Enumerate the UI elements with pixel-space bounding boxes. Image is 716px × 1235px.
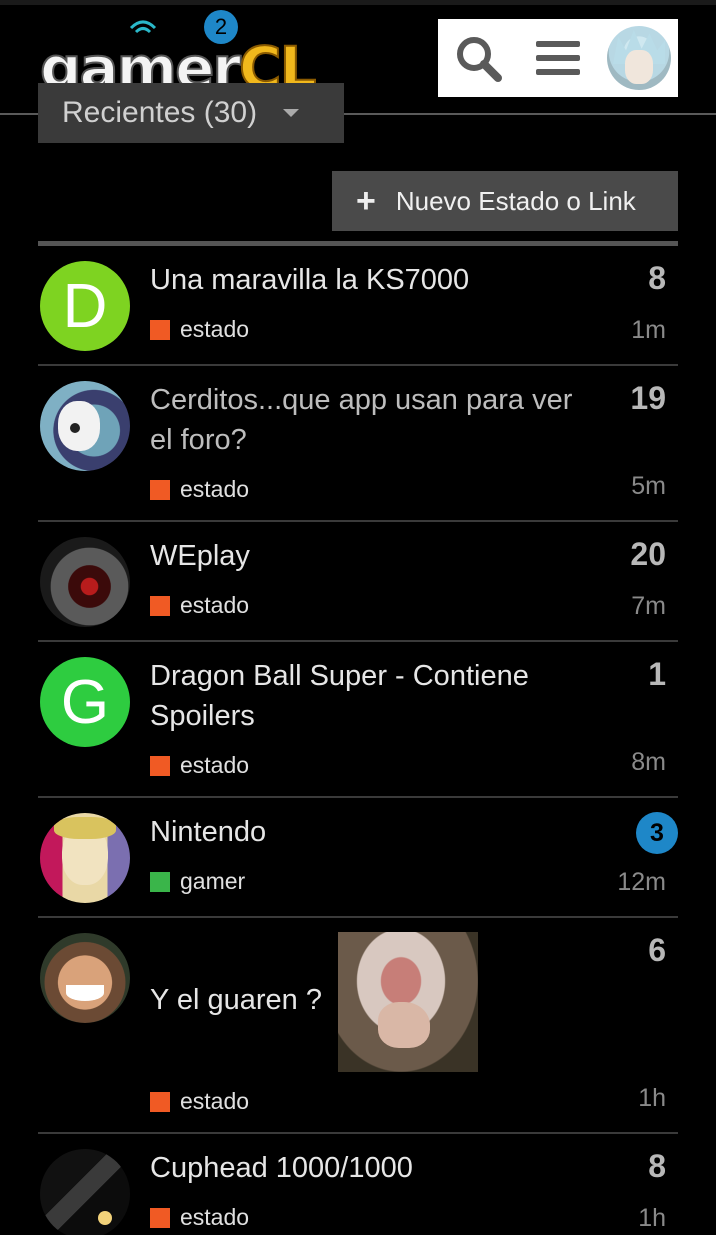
filter-label: Recientes (30) xyxy=(62,96,258,129)
avatar[interactable] xyxy=(40,1149,130,1235)
topic-age[interactable]: 7m xyxy=(631,592,666,621)
notification-badge[interactable]: 2 xyxy=(204,10,238,44)
avatar[interactable]: G xyxy=(40,657,130,747)
topic-age[interactable]: 1m xyxy=(631,316,666,345)
category-badge[interactable]: gamer xyxy=(150,868,245,895)
category-badge[interactable]: estado xyxy=(150,752,249,779)
reply-count[interactable]: 8 xyxy=(648,1148,666,1185)
topic-row[interactable]: Cerditos...que app usan para ver el foro… xyxy=(38,366,678,522)
topic-thumbnail-image[interactable] xyxy=(338,932,478,1072)
hamburger-icon xyxy=(536,41,580,75)
topic-title[interactable]: Cuphead 1000/1000 xyxy=(150,1148,580,1188)
topic-title[interactable]: WEplay xyxy=(150,536,580,576)
header-actions xyxy=(438,19,678,97)
category-badge[interactable]: estado xyxy=(150,316,249,343)
avatar[interactable] xyxy=(40,813,130,903)
category-name: estado xyxy=(180,1204,250,1230)
topic-title[interactable]: Nintendo xyxy=(150,812,580,852)
reply-count[interactable]: 19 xyxy=(630,380,666,417)
caret-down-icon xyxy=(283,109,300,117)
topic-title[interactable]: Dragon Ball Super - Contiene Spoilers xyxy=(150,656,580,736)
topic-age[interactable]: 1h xyxy=(638,1204,666,1233)
topic-age[interactable]: 12m xyxy=(617,868,666,897)
new-topic-button[interactable]: + Nuevo Estado o Link xyxy=(332,171,678,231)
topic-row[interactable]: Y el guaren ? estado 6 1h xyxy=(38,918,678,1134)
reply-count[interactable]: 1 xyxy=(648,656,666,693)
status-bar-strip xyxy=(0,0,716,5)
category-badge[interactable]: estado xyxy=(150,476,249,503)
category-name: estado xyxy=(180,476,250,502)
avatar[interactable] xyxy=(40,537,130,627)
avatar[interactable]: D xyxy=(40,261,130,351)
category-badge[interactable]: estado xyxy=(150,592,249,619)
topic-row[interactable]: WEplay estado 20 7m xyxy=(38,522,678,642)
category-name: estado xyxy=(180,316,250,342)
user-menu-button[interactable] xyxy=(604,19,674,97)
reply-count[interactable]: 8 xyxy=(648,260,666,297)
topic-title[interactable]: Y el guaren ? xyxy=(150,980,340,1020)
topic-row[interactable]: Cuphead 1000/1000 estado 8 1h xyxy=(38,1134,678,1235)
category-name: estado xyxy=(180,752,250,778)
reply-count[interactable]: 6 xyxy=(648,932,666,969)
topic-title[interactable]: Una maravilla la KS7000 xyxy=(150,260,580,300)
topic-row[interactable]: G Dragon Ball Super - Contiene Spoilers … xyxy=(38,642,678,798)
plus-icon: + xyxy=(356,182,376,220)
category-badge[interactable]: estado xyxy=(150,1204,249,1231)
topic-filter-dropdown[interactable]: Recientes (30) xyxy=(38,83,344,143)
user-avatar xyxy=(607,26,671,90)
category-name: estado xyxy=(180,1088,250,1114)
search-icon xyxy=(457,37,502,82)
reply-count[interactable]: 20 xyxy=(630,536,666,573)
topic-row[interactable]: D Una maravilla la KS7000 estado 8 1m xyxy=(38,246,678,366)
topic-title[interactable]: Cerditos...que app usan para ver el foro… xyxy=(150,380,580,460)
category-name: gamer xyxy=(180,868,246,894)
topic-age[interactable]: 5m xyxy=(631,472,666,501)
topic-row[interactable]: Nintendo gamer 3 12m xyxy=(38,798,678,918)
menu-button[interactable] xyxy=(530,19,586,97)
unread-count-badge[interactable]: 3 xyxy=(636,812,678,854)
avatar[interactable] xyxy=(40,381,130,471)
category-badge[interactable]: estado xyxy=(150,1088,249,1115)
category-name: estado xyxy=(180,592,250,618)
topic-age[interactable]: 1h xyxy=(638,1084,666,1113)
avatar[interactable] xyxy=(40,933,130,1023)
search-button[interactable] xyxy=(450,19,506,97)
topic-age[interactable]: 8m xyxy=(631,748,666,777)
new-topic-label: Nuevo Estado o Link xyxy=(395,185,636,216)
